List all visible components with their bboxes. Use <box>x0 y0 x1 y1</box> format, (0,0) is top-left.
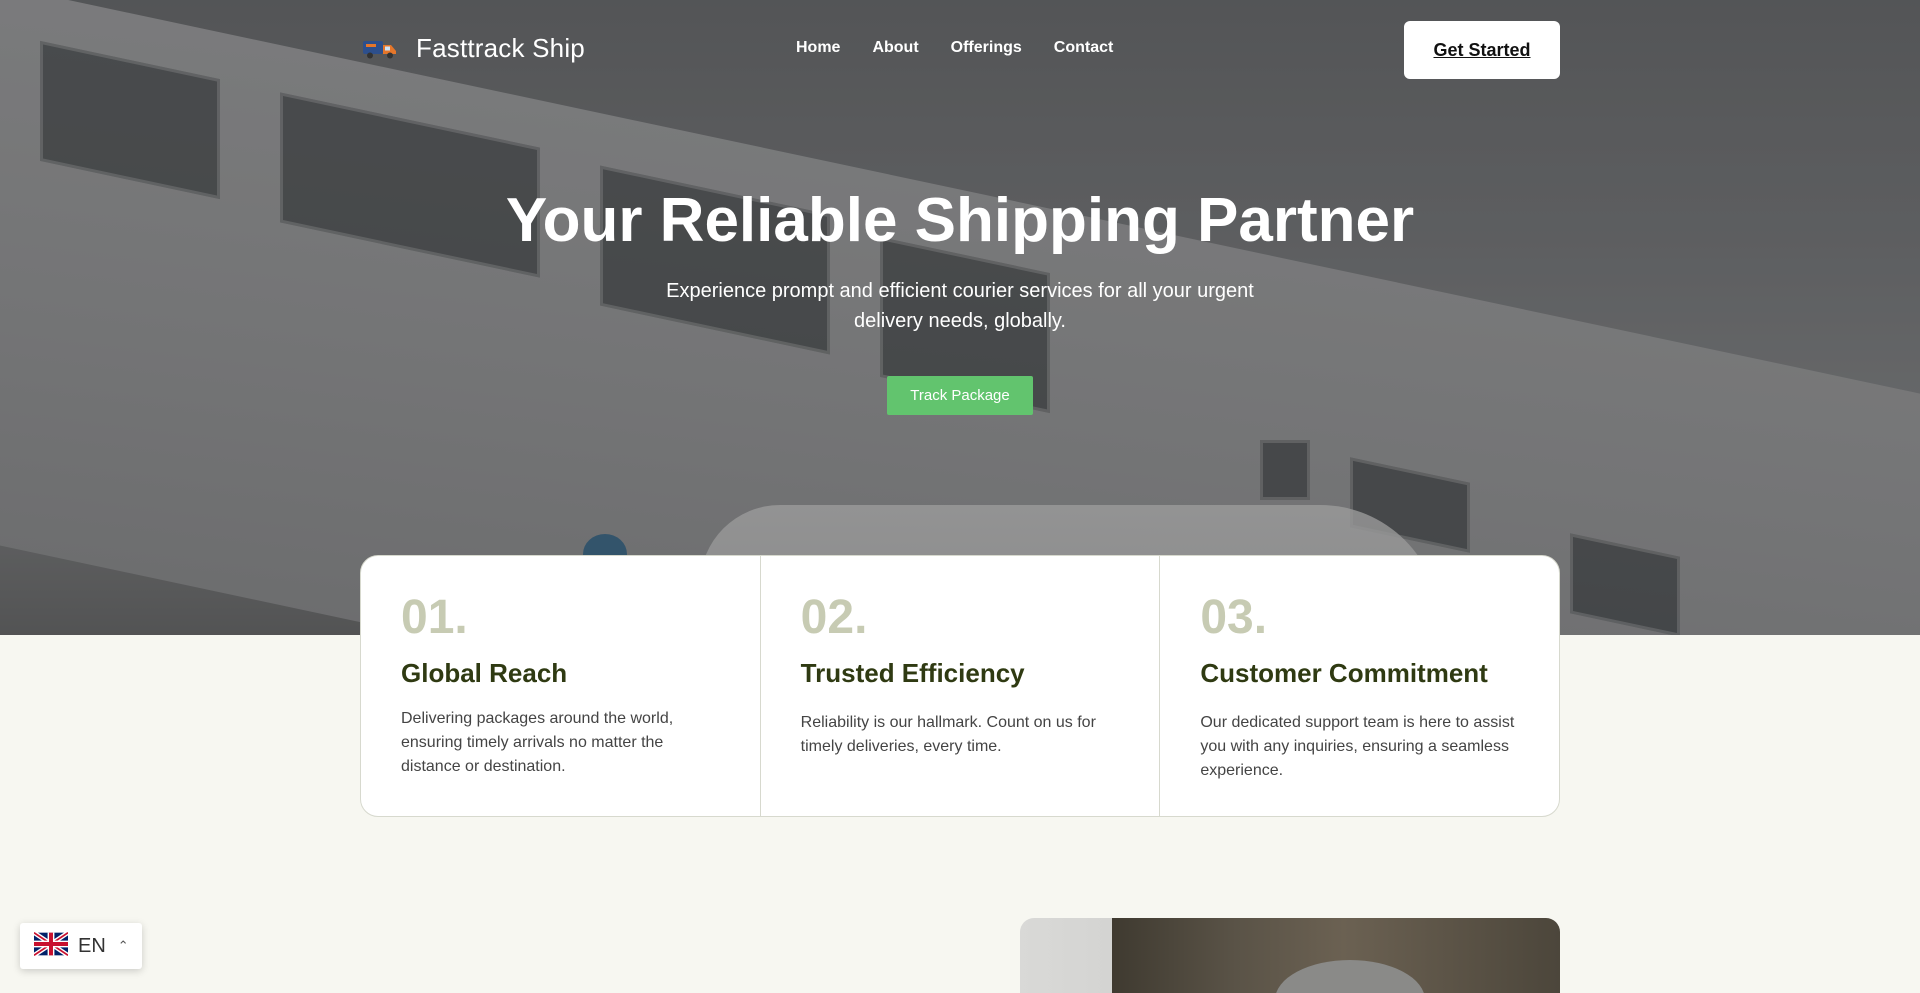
feature-description: Reliability is our hallmark. Count on us… <box>800 714 1096 755</box>
uk-flag-icon <box>32 930 70 962</box>
feature-number: 02. <box>800 591 868 644</box>
feature-number: 01. <box>401 591 468 644</box>
feature-item: 02. Trusted Efficiency Reliability is ou… <box>761 556 1161 816</box>
feature-item: 01. Global Reach Delivering packages aro… <box>361 556 761 816</box>
hero-subtitle: Experience prompt and efficient courier … <box>666 280 1254 332</box>
features-card: 01. Global Reach Delivering packages aro… <box>360 555 1560 817</box>
hero-title: Your Reliable Shipping Partner <box>505 186 1415 255</box>
feature-item: 03. Customer Commitment Our dedicated su… <box>1160 556 1559 816</box>
language-code: EN <box>78 934 106 957</box>
feature-number: 03. <box>1200 591 1268 644</box>
feature-title: Customer Commitment <box>1200 658 1488 688</box>
feature-description: Delivering packages around the world, en… <box>401 710 674 775</box>
brand-name: Fasttrack Ship <box>416 33 585 63</box>
track-package-button[interactable]: Track Package <box>887 376 1033 415</box>
chevron-up-icon: ⌃ <box>117 938 129 953</box>
courier-cap <box>1275 960 1425 993</box>
nav-link-home[interactable]: Home <box>796 39 840 57</box>
courier-photo <box>1020 918 1560 993</box>
nav-link-contact[interactable]: Contact <box>1054 39 1114 57</box>
language-selector[interactable]: EN ⌃ <box>20 923 142 969</box>
feature-title: Global Reach <box>401 658 568 688</box>
feature-title: Trusted Efficiency <box>800 658 1025 688</box>
get-started-button[interactable]: Get Started <box>1404 21 1560 79</box>
feature-description: Our dedicated support team is here to as… <box>1200 714 1515 779</box>
nav-link-offerings[interactable]: Offerings <box>951 39 1022 57</box>
top-navigation: Fasttrack Ship Home About Offerings Cont… <box>0 0 1920 100</box>
nav-links: Home About Offerings Contact <box>796 39 1113 57</box>
brand-logo[interactable]: Fasttrack Ship <box>362 33 585 64</box>
nav-link-about[interactable]: About <box>872 39 918 57</box>
delivery-truck-icon <box>362 38 398 60</box>
